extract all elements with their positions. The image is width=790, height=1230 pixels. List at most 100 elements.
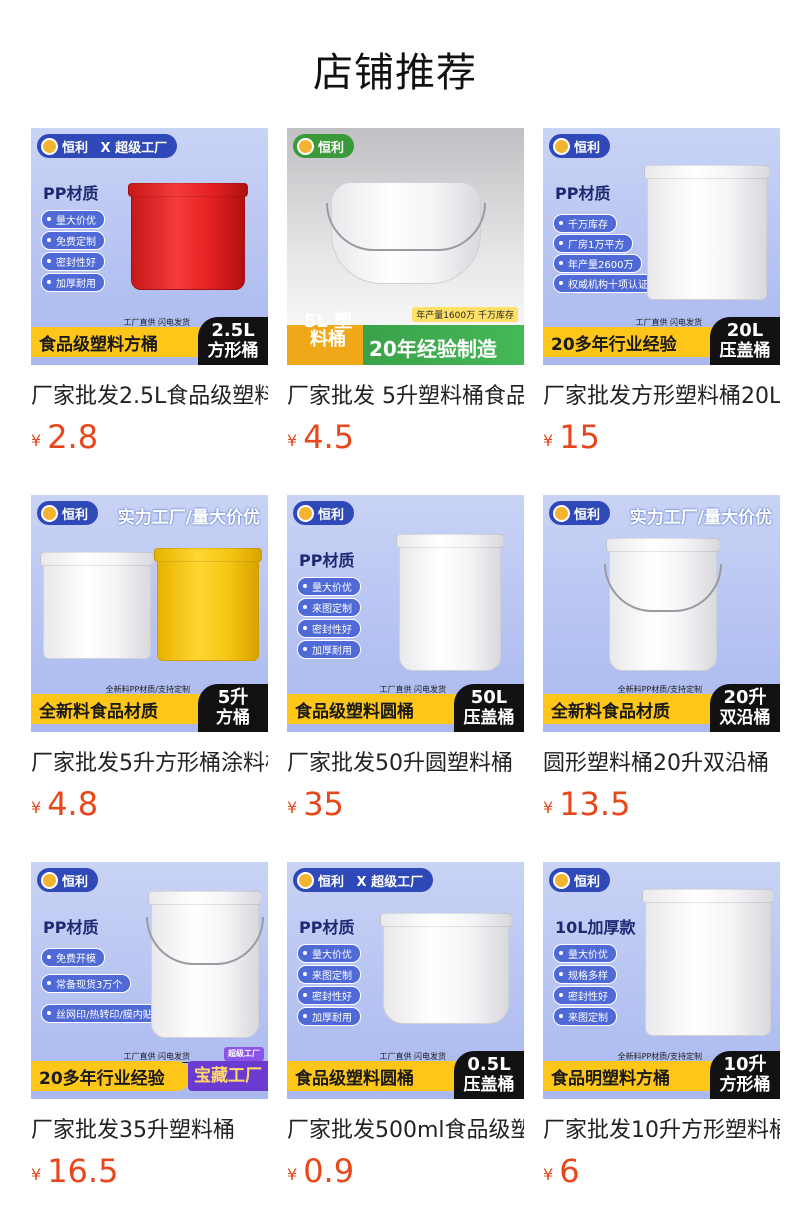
material-label: PP材质 bbox=[43, 184, 99, 203]
product-price: ¥0.9 bbox=[287, 1152, 354, 1190]
product-banner: 年产量1600万 千万库存 5L 塑料桶 20年经验制造 bbox=[287, 307, 524, 365]
product-card[interactable]: 恒利 年产量1600万 千万库存 5L 塑料桶 20年经验制造 厂家批发 5升塑… bbox=[287, 128, 524, 458]
brand-logo-text: 恒利 bbox=[318, 874, 345, 890]
product-card[interactable]: 恒利 X 超级工厂 PP材质 量大价优 来图定制 密封性好 加厚耐用 工厂直供 … bbox=[287, 862, 524, 1192]
spec-capacity: 5升 bbox=[217, 687, 249, 708]
product-card[interactable]: 恒利 PP材质 千万库存 厂房1万平方 年产量2600万 权威机构十项认证 工厂… bbox=[543, 128, 780, 458]
feature-tag: 年产量2600万 bbox=[553, 254, 643, 273]
product-banner: 20多年行业经验 bbox=[543, 327, 729, 357]
product-image[interactable]: 恒利 10L加厚款 量大价优 规格多样 密封性好 来图定制 全新料PP材质/支持… bbox=[543, 862, 780, 1099]
feature-tag: 来图定制 bbox=[297, 965, 361, 984]
brand-mark-icon bbox=[553, 504, 570, 522]
brand-logo: 恒利 bbox=[293, 134, 355, 158]
brand-logo: 恒利 bbox=[37, 501, 99, 525]
brand-logo: 恒利 bbox=[549, 134, 611, 158]
product-name[interactable]: 厂家批发500ml食品级塑料桶 bbox=[287, 1112, 524, 1144]
spec-badge: 50L 压盖桶 bbox=[454, 684, 524, 732]
feature-tag: 规格多样 bbox=[553, 965, 617, 984]
brand-mark-icon bbox=[297, 871, 314, 889]
bucket-illustration bbox=[128, 183, 248, 290]
brand-logo-text: 恒利 bbox=[574, 507, 601, 523]
spec-type: 方桶 bbox=[216, 708, 250, 728]
bucket-illustration bbox=[604, 538, 722, 671]
spec-badge: 20L 压盖桶 bbox=[710, 317, 780, 365]
brand-mark-icon bbox=[297, 504, 314, 522]
brand-logo: 恒利 X 超级工厂 bbox=[293, 868, 434, 892]
product-name[interactable]: 厂家批发35升塑料桶 bbox=[31, 1112, 268, 1144]
feature-tag: 密封性好 bbox=[297, 986, 361, 1005]
product-name[interactable]: 圆形塑料桶20升双沿桶 bbox=[543, 745, 780, 777]
product-name[interactable]: 厂家批发10升方形塑料桶 bbox=[543, 1112, 780, 1144]
product-card[interactable]: 恒利 实力工厂/量大价优 全新料PP材质/支持定制 全新料食品材质 5升 方桶 厂… bbox=[31, 495, 268, 825]
product-name[interactable]: 厂家批发 5升塑料桶食品级 bbox=[287, 378, 524, 410]
product-banner: 食品明塑料方桶 bbox=[543, 1061, 729, 1091]
product-price: ¥2.8 bbox=[31, 418, 98, 456]
currency-symbol: ¥ bbox=[31, 798, 42, 817]
currency-symbol: ¥ bbox=[543, 1165, 554, 1184]
price-value: 0.9 bbox=[303, 1152, 355, 1190]
brand-logo-text: 恒利 bbox=[62, 507, 89, 523]
brand-logo-text: 恒利 bbox=[62, 874, 89, 890]
feature-tag: 免费定制 bbox=[41, 231, 105, 250]
banner-left-text: 5L 塑料桶 bbox=[303, 311, 353, 350]
product-card[interactable]: 恒利 实力工厂/量大价优 全新料PP材质/支持定制 全新料食品材质 20升 双沿桶… bbox=[543, 495, 780, 825]
price-value: 2.8 bbox=[47, 418, 99, 456]
product-image[interactable]: 恒利 PP材质 免费开模 常备现货3万个 丝网印/热转印/膜内贴 工厂直供 闪电… bbox=[31, 862, 268, 1099]
feature-tag: 来图定制 bbox=[553, 1007, 617, 1026]
spec-type: 压盖桶 bbox=[463, 1075, 515, 1095]
banner-right-text: 20年经验制造 bbox=[369, 337, 497, 361]
feature-tag: 加厚耐用 bbox=[41, 273, 105, 292]
brand-mark-icon bbox=[553, 871, 570, 889]
spec-capacity: 10升 bbox=[723, 1054, 767, 1075]
treasure-badge-top: 超级工厂 bbox=[224, 1047, 264, 1061]
banner-top-text: 年产量1600万 千万库存 bbox=[412, 307, 518, 322]
bucket-illustration bbox=[40, 552, 154, 659]
feature-tag: 加厚耐用 bbox=[297, 1007, 361, 1026]
product-image[interactable]: 恒利 实力工厂/量大价优 全新料PP材质/支持定制 全新料食品材质 5升 方桶 bbox=[31, 495, 268, 732]
feature-tag: 常备现货3万个 bbox=[41, 974, 132, 993]
bucket-illustration bbox=[380, 913, 512, 1024]
product-name[interactable]: 厂家批发50升圆塑料桶 bbox=[287, 745, 524, 777]
product-price: ¥6 bbox=[543, 1152, 580, 1190]
price-value: 13.5 bbox=[559, 785, 631, 823]
product-name[interactable]: 厂家批发5升方形桶涂料桶 bbox=[31, 745, 268, 777]
material-label: PP材质 bbox=[299, 918, 355, 937]
product-image[interactable]: 恒利 PP材质 量大价优 来图定制 密封性好 加厚耐用 工厂直供 闪电发货 食品… bbox=[287, 495, 524, 732]
feature-tag: 厂房1万平方 bbox=[553, 234, 634, 253]
treasure-badge-text: 宝藏工厂 bbox=[194, 1066, 262, 1086]
currency-symbol: ¥ bbox=[287, 798, 298, 817]
product-card[interactable]: 恒利 X 超级工厂 PP材质 量大价优 免费定制 密封性好 加厚耐用 工厂直供 … bbox=[31, 128, 268, 458]
product-image[interactable]: 恒利 年产量1600万 千万库存 5L 塑料桶 20年经验制造 bbox=[287, 128, 524, 365]
brand-logo: 恒利 bbox=[37, 868, 99, 892]
material-label: PP材质 bbox=[555, 184, 611, 203]
section-title: 店铺推荐 bbox=[313, 50, 477, 96]
brand-logo: 恒利 bbox=[549, 501, 611, 525]
currency-symbol: ¥ bbox=[543, 798, 554, 817]
feature-tag: 来图定制 bbox=[297, 598, 361, 617]
treasure-badge: 超级工厂宝藏工厂 bbox=[188, 1047, 268, 1091]
product-image[interactable]: 恒利 X 超级工厂 PP材质 量大价优 来图定制 密封性好 加厚耐用 工厂直供 … bbox=[287, 862, 524, 1099]
bucket-illustration bbox=[396, 534, 504, 671]
brand-mark-icon bbox=[41, 871, 58, 889]
product-image[interactable]: 恒利 X 超级工厂 PP材质 量大价优 免费定制 密封性好 加厚耐用 工厂直供 … bbox=[31, 128, 268, 365]
brand-mark-icon bbox=[41, 504, 58, 522]
price-value: 16.5 bbox=[47, 1152, 119, 1190]
feature-tag: 丝网印/热转印/膜内贴 bbox=[41, 1004, 162, 1023]
price-value: 15 bbox=[559, 418, 600, 456]
product-price: ¥16.5 bbox=[31, 1152, 118, 1190]
product-card[interactable]: 恒利 PP材质 免费开模 常备现货3万个 丝网印/热转印/膜内贴 工厂直供 闪电… bbox=[31, 862, 268, 1192]
feature-tag: 量大价优 bbox=[297, 577, 361, 596]
product-banner: 20多年行业经验 bbox=[31, 1061, 191, 1091]
product-card[interactable]: 恒利 PP材质 量大价优 来图定制 密封性好 加厚耐用 工厂直供 闪电发货 食品… bbox=[287, 495, 524, 825]
spec-capacity: 20L bbox=[726, 320, 764, 341]
product-name[interactable]: 厂家批发方形塑料桶20L压盖桶 bbox=[543, 378, 780, 410]
spec-capacity: 2.5L bbox=[211, 320, 255, 341]
bucket-illustration bbox=[154, 548, 262, 661]
feature-tag: 密封性好 bbox=[297, 619, 361, 638]
product-banner: 全新料食品材质 bbox=[31, 694, 217, 724]
brand-logo: 恒利 X 超级工厂 bbox=[37, 134, 178, 158]
product-image[interactable]: 恒利 PP材质 千万库存 厂房1万平方 年产量2600万 权威机构十项认证 工厂… bbox=[543, 128, 780, 365]
product-image[interactable]: 恒利 实力工厂/量大价优 全新料PP材质/支持定制 全新料食品材质 20升 双沿桶 bbox=[543, 495, 780, 732]
product-card[interactable]: 恒利 10L加厚款 量大价优 规格多样 密封性好 来图定制 全新料PP材质/支持… bbox=[543, 862, 780, 1192]
product-name[interactable]: 厂家批发2.5L食品级塑料方桶 bbox=[31, 378, 268, 410]
